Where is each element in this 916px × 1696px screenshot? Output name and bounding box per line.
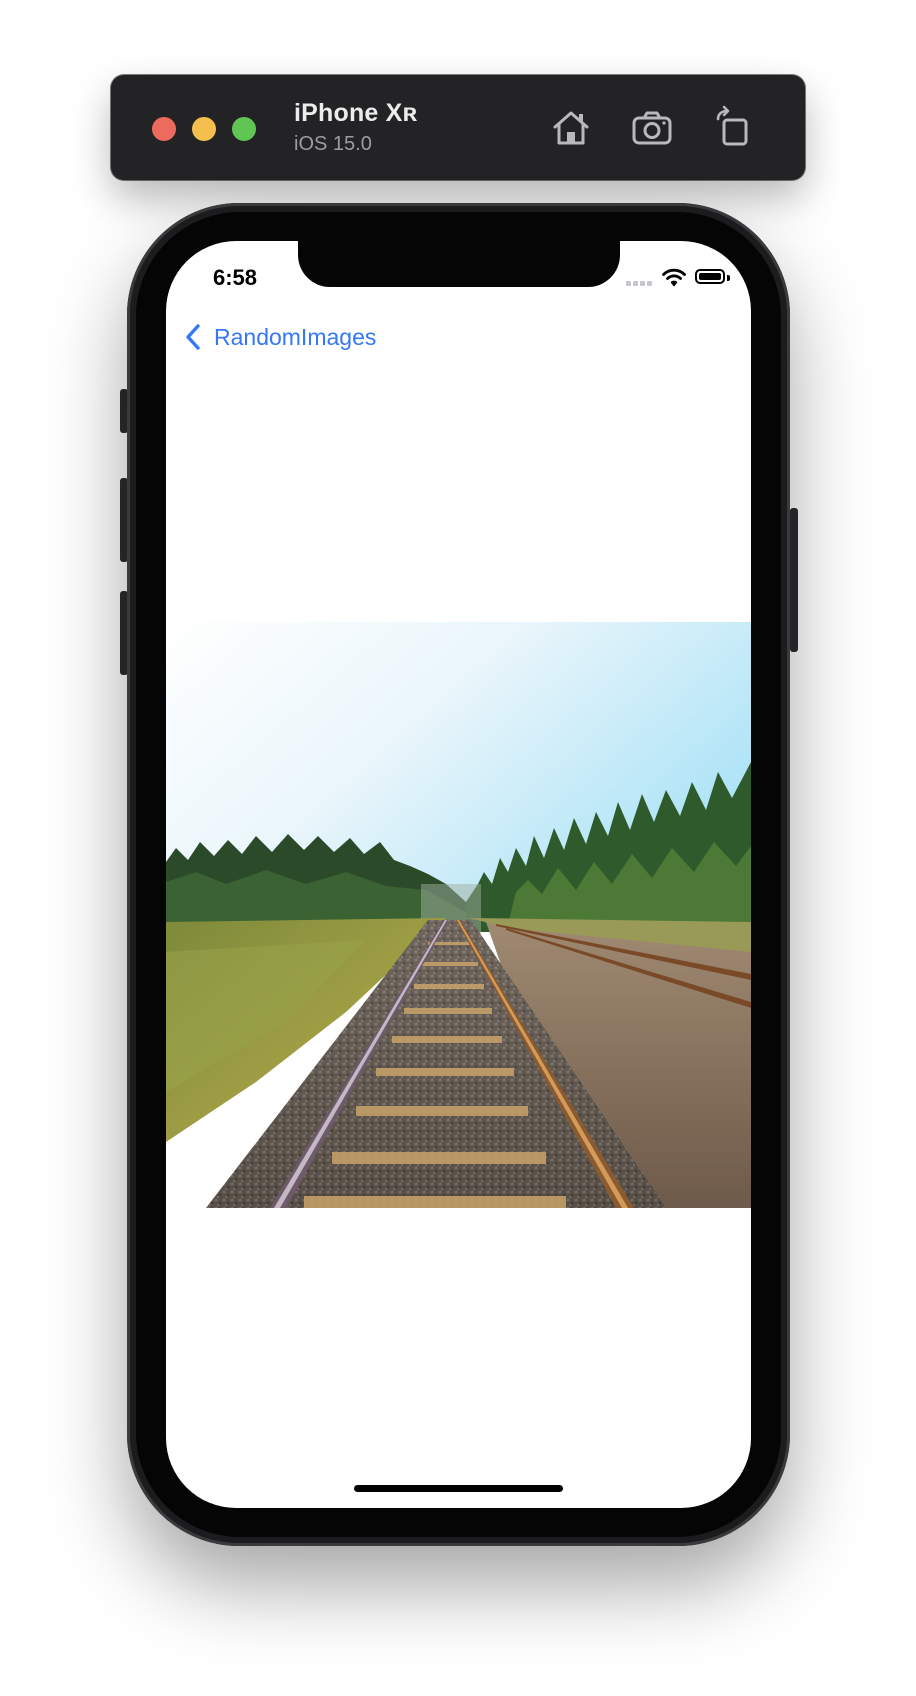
screenshot-icon[interactable] — [629, 105, 675, 151]
wifi-icon — [662, 268, 686, 287]
zoom-window-button[interactable] — [232, 117, 256, 141]
rotate-icon[interactable] — [710, 105, 756, 151]
home-indicator — [354, 1485, 563, 1492]
device-name: iPhone Xʀ — [294, 99, 418, 127]
simulator-titlebar: iPhone Xʀ iOS 15.0 — [111, 75, 805, 180]
back-button-label: RandomImages — [214, 323, 377, 350]
device-screen: 6:58 RandomImages — [166, 241, 751, 1508]
cellular-signal-icon — [626, 281, 654, 286]
home-icon[interactable] — [548, 105, 594, 151]
close-window-button[interactable] — [152, 117, 176, 141]
back-button[interactable]: RandomImages — [184, 321, 376, 353]
battery-icon — [695, 269, 725, 284]
os-version: iOS 15.0 — [294, 133, 372, 155]
side-button — [790, 508, 798, 652]
simulator-stage: iPhone Xʀ iOS 15.0 6:58 RandomImages — [0, 0, 916, 1696]
status-time: 6:58 — [213, 265, 258, 290]
notch — [298, 241, 620, 287]
battery-cap — [727, 275, 730, 281]
chevron-left-icon — [186, 324, 200, 350]
minimize-window-button[interactable] — [192, 117, 216, 141]
railway-image — [166, 622, 751, 1208]
